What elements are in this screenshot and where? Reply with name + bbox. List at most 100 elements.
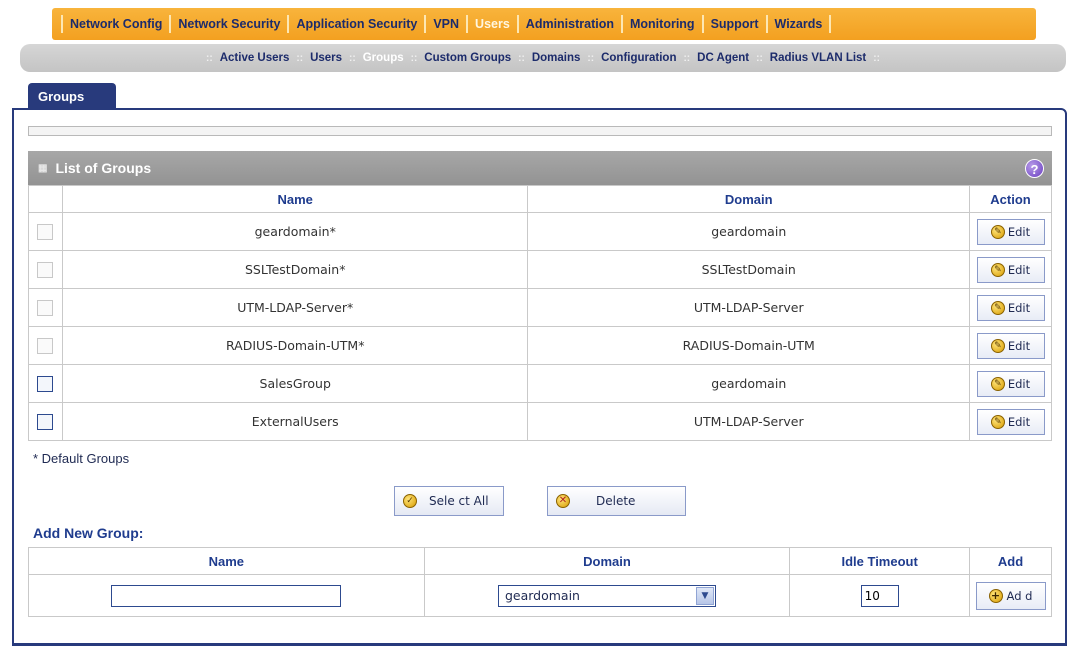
nav-separator xyxy=(424,15,427,33)
subnav-item-active-users[interactable]: Active Users xyxy=(215,52,295,64)
edit-pencil-icon: ✎ xyxy=(990,376,1005,391)
table-row: SSLTestDomain* SSLTestDomain ✎ Edit xyxy=(28,250,1052,289)
idle-timeout-input[interactable] xyxy=(860,584,899,607)
add-button[interactable]: + Ad d xyxy=(975,581,1046,610)
table-row: RADIUS-Domain-UTM* RADIUS-Domain-UTM ✎ Edit xyxy=(28,326,1052,365)
chevron-down-icon[interactable]: ▼ xyxy=(695,586,714,605)
nav-item-network-config[interactable]: Network Config xyxy=(64,17,168,31)
subnav-separator: :: xyxy=(587,52,595,64)
table-row: SalesGroup geardomain ✎ Edit xyxy=(28,364,1052,403)
nav-separator xyxy=(516,15,519,33)
nav-item-users[interactable]: Users xyxy=(469,17,516,31)
group-name-input[interactable] xyxy=(111,584,342,607)
table-row: ExternalUsers UTM-LDAP-Server ✎ Edit xyxy=(28,402,1052,441)
nav-item-wizards[interactable]: Wizards xyxy=(769,17,829,31)
row-checkbox xyxy=(37,337,54,354)
subnav-separator: :: xyxy=(756,52,763,64)
groups-table: Name Domain Action geardomain* geardomain… xyxy=(28,185,1052,441)
add-label: Ad d xyxy=(1006,588,1033,603)
subnav-separator: :: xyxy=(349,52,356,64)
group-domain-cell: UTM-LDAP-Server xyxy=(527,288,970,327)
nav-item-administration[interactable]: Administration xyxy=(520,17,620,31)
nav-item-vpn[interactable]: VPN xyxy=(427,17,465,31)
edit-button[interactable]: ✎ Edit xyxy=(976,218,1045,245)
edit-button[interactable]: ✎ Edit xyxy=(976,370,1045,397)
subnav-separator: :: xyxy=(410,52,418,64)
table-row: geardomain* geardomain ✎ Edit xyxy=(28,212,1052,251)
subnav-item-configuration[interactable]: Configuration xyxy=(596,52,681,64)
subnav-separator: :: xyxy=(206,52,213,64)
group-domain-cell: geardomain xyxy=(527,364,970,403)
subnav-separator: :: xyxy=(296,52,304,64)
subnav-item-radius-vlan-list[interactable]: Radius VLAN List xyxy=(765,52,871,64)
add-name-header: Name xyxy=(28,547,425,575)
edit-button[interactable]: ✎ Edit xyxy=(976,294,1045,321)
domain-column-header: Domain xyxy=(527,185,970,213)
nav-item-network-security[interactable]: Network Security xyxy=(172,17,286,31)
cancel-x-icon: ✕ xyxy=(556,494,570,508)
subnav-item-users[interactable]: Users xyxy=(305,52,347,64)
select-all-label: Sele ct All xyxy=(429,494,489,508)
select-all-button[interactable]: ✓ Sele ct All xyxy=(394,486,504,516)
group-name-cell: SSLTestDomain* xyxy=(61,250,529,289)
help-icon[interactable]: ? xyxy=(1025,159,1044,178)
status-strip xyxy=(28,126,1052,136)
add-add-header: Add xyxy=(969,547,1052,575)
add-domain-header: Domain xyxy=(423,547,791,575)
edit-button[interactable]: ✎ Edit xyxy=(976,256,1045,283)
group-domain-cell: geardomain xyxy=(527,212,970,251)
table-row: UTM-LDAP-Server* UTM-LDAP-Server ✎ Edit xyxy=(28,288,1052,327)
subnav-item-dc-agent[interactable]: DC Agent xyxy=(692,52,754,64)
edit-pencil-icon: ✎ xyxy=(990,338,1005,353)
nav-separator xyxy=(765,15,768,33)
nav-separator xyxy=(829,15,832,33)
subnav-separator: :: xyxy=(518,52,525,64)
add-idle-timeout-header: Idle Timeout xyxy=(789,547,970,575)
edit-button[interactable]: ✎ Edit xyxy=(976,332,1045,359)
group-name-cell: ExternalUsers xyxy=(61,402,529,441)
name-column-header: Name xyxy=(61,185,529,213)
subnav-separator: :: xyxy=(873,52,880,64)
row-checkbox xyxy=(37,223,54,240)
edit-button[interactable]: ✎ Edit xyxy=(976,408,1045,435)
edit-label: Edit xyxy=(1007,300,1031,315)
nav-separator xyxy=(169,15,172,33)
check-icon: ✓ xyxy=(403,494,417,508)
subnav-item-custom-groups[interactable]: Custom Groups xyxy=(419,52,516,64)
delete-button[interactable]: ✕ Delete xyxy=(547,486,686,516)
nav-separator xyxy=(466,15,469,33)
group-domain-cell: SSLTestDomain xyxy=(527,250,970,289)
domain-select[interactable]: geardomain ▼ xyxy=(497,584,716,607)
top-nav: Network Config Network Security Applicatio… xyxy=(52,8,1036,40)
group-name-cell: SalesGroup xyxy=(61,364,529,403)
row-checkbox xyxy=(37,299,54,316)
nav-item-application-security[interactable]: Application Security xyxy=(290,17,423,31)
nav-item-monitoring[interactable]: Monitoring xyxy=(624,17,701,31)
nav-separator xyxy=(701,15,704,33)
tab-label: Groups xyxy=(38,88,85,104)
select-column-header xyxy=(28,185,63,213)
row-checkbox[interactable] xyxy=(37,375,54,392)
tab-groups[interactable]: Groups xyxy=(28,83,116,109)
add-group-table: Name Domain Idle Timeout Add geardomain … xyxy=(28,547,1052,617)
grip-icon: ▦ xyxy=(38,162,48,174)
edit-label: Edit xyxy=(1007,338,1031,353)
nav-separator xyxy=(61,15,63,33)
edit-pencil-icon: ✎ xyxy=(990,262,1005,277)
subnav-item-domains[interactable]: Domains xyxy=(527,52,586,64)
add-group-title: Add New Group: xyxy=(33,525,144,541)
section-title: List of Groups xyxy=(55,160,152,176)
add-group-row: geardomain ▼ + Ad d xyxy=(28,574,1052,617)
edit-label: Edit xyxy=(1007,224,1031,239)
nav-separator xyxy=(287,15,290,33)
edit-label: Edit xyxy=(1007,376,1031,391)
row-checkbox[interactable] xyxy=(37,413,54,430)
plus-icon: + xyxy=(988,588,1003,603)
edit-pencil-icon: ✎ xyxy=(990,414,1005,429)
group-domain-cell: RADIUS-Domain-UTM xyxy=(527,326,970,365)
action-column-header: Action xyxy=(969,185,1052,213)
edit-label: Edit xyxy=(1007,262,1031,277)
subnav-item-groups[interactable]: Groups xyxy=(358,52,409,64)
nav-item-support[interactable]: Support xyxy=(705,17,765,31)
group-domain-cell: UTM-LDAP-Server xyxy=(527,402,970,441)
